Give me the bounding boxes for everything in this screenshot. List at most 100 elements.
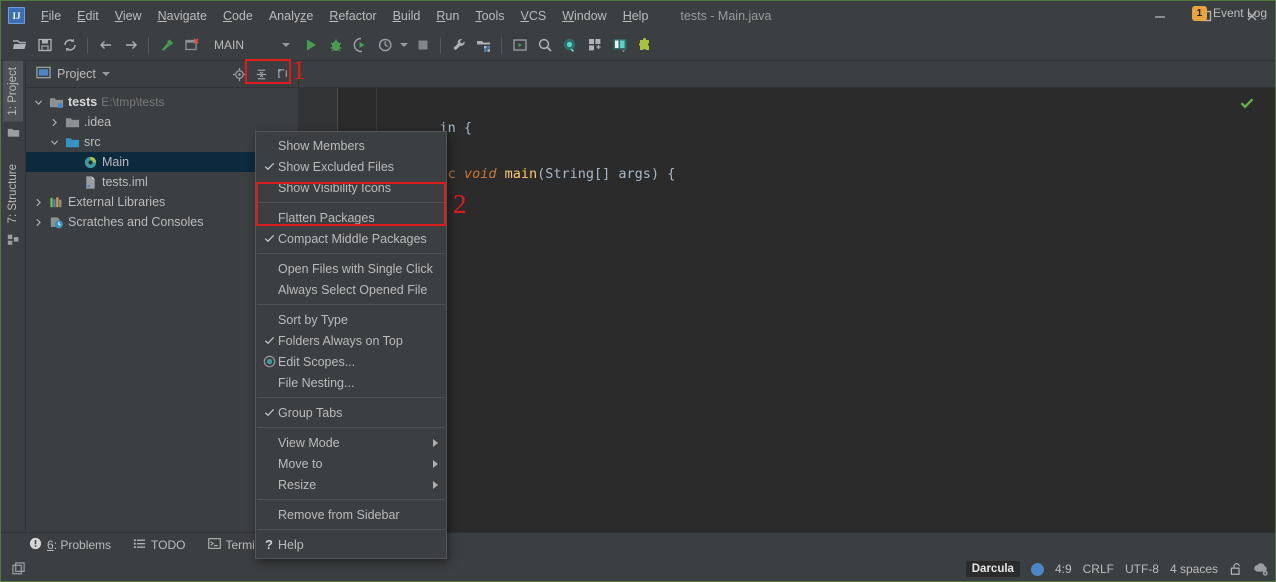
- show-tool-windows-icon[interactable]: [11, 562, 26, 577]
- code-token-brackets: []: [594, 166, 618, 182]
- chevron-right-icon[interactable]: [32, 196, 44, 208]
- menu-separator: [257, 397, 445, 398]
- menu-vcs[interactable]: VCS: [513, 5, 555, 27]
- chevron-down-icon[interactable]: [102, 72, 110, 76]
- menu-run[interactable]: Run: [428, 5, 467, 27]
- menu-file-label-rest: ile: [49, 9, 62, 23]
- indent-setting[interactable]: 4 spaces: [1170, 562, 1218, 576]
- project-panel-title-group[interactable]: Project: [36, 65, 228, 83]
- run-configuration-selector[interactable]: MAIN: [210, 36, 294, 54]
- stop-icon[interactable]: [410, 33, 435, 57]
- menu-item-file-nesting[interactable]: File Nesting...: [256, 372, 446, 393]
- menu-item-group-tabs-label: Group Tabs: [278, 406, 446, 420]
- collapse-all-icon[interactable]: [250, 63, 272, 85]
- menu-file[interactable]: File: [33, 5, 69, 27]
- inspection-status-icon[interactable]: [1236, 93, 1258, 113]
- menu-build[interactable]: Build: [385, 5, 429, 27]
- search-with-dot-icon[interactable]: [557, 33, 582, 57]
- settings-wrench-icon[interactable]: [446, 33, 471, 57]
- run-icon[interactable]: [298, 33, 323, 57]
- menu-refactor[interactable]: Refactor: [321, 5, 384, 27]
- menu-item-compact-middle-packages[interactable]: Compact Middle Packages: [256, 228, 446, 249]
- search-everywhere-icon[interactable]: [532, 33, 557, 57]
- java-class-icon: [82, 154, 98, 170]
- sidebar-item-structure[interactable]: 7: Structure: [3, 158, 23, 229]
- chevron-right-icon[interactable]: [32, 216, 44, 228]
- check-icon: [260, 407, 278, 418]
- stop-build-icon[interactable]: [179, 33, 204, 57]
- caret-position[interactable]: 4:9: [1055, 562, 1072, 576]
- profiler-icon[interactable]: [373, 33, 398, 57]
- minimize-icon[interactable]: [1137, 1, 1183, 30]
- menu-item-help-label: Help: [278, 538, 446, 552]
- menu-item-resize[interactable]: Resize: [256, 474, 446, 495]
- menu-analyze[interactable]: Analyze: [261, 5, 321, 27]
- layout-icon[interactable]: [582, 33, 607, 57]
- tree-node-idea[interactable]: .idea: [26, 112, 298, 132]
- menu-item-move-to[interactable]: Move to: [256, 453, 446, 474]
- menu-tools[interactable]: Tools: [467, 5, 512, 27]
- chevron-down-icon[interactable]: [48, 136, 60, 148]
- menu-view[interactable]: View: [107, 5, 150, 27]
- menu-item-sort-by-type[interactable]: Sort by Type: [256, 309, 446, 330]
- profiler-dropdown-caret-icon[interactable]: [398, 33, 410, 57]
- open-folder-icon[interactable]: [7, 33, 32, 57]
- menu-item-remove-from-sidebar[interactable]: Remove from Sidebar: [256, 504, 446, 525]
- menu-item-show-excluded-files[interactable]: Show Excluded Files: [256, 156, 446, 177]
- chevron-right-icon[interactable]: [48, 116, 60, 128]
- menu-help[interactable]: Help: [615, 5, 657, 27]
- unlocked-icon[interactable]: [1229, 562, 1243, 576]
- forward-arrow-icon[interactable]: [118, 33, 143, 57]
- line-separator[interactable]: CRLF: [1083, 562, 1114, 576]
- menu-item-open-files-with-single-click[interactable]: Open Files with Single Click: [256, 258, 446, 279]
- options-gear-icon[interactable]: [272, 63, 294, 85]
- sidebar-item-project-label: 1: Project: [7, 67, 19, 116]
- editor-scrollbar[interactable]: [1262, 88, 1275, 532]
- sidebar-item-project[interactable]: 1: Project: [3, 61, 23, 122]
- chevron-down-icon[interactable]: [32, 96, 44, 108]
- event-log-widget[interactable]: 1 Event Log: [1192, 1, 1267, 25]
- menu-item-group-tabs[interactable]: Group Tabs: [256, 402, 446, 423]
- menu-item-show-excluded-files-label: Show Excluded Files: [278, 160, 446, 174]
- editor-tabs-row[interactable]: [299, 61, 1275, 88]
- tree-node-tests-iml-label: tests.iml: [102, 175, 148, 189]
- back-arrow-icon[interactable]: [93, 33, 118, 57]
- run-anything-icon[interactable]: [507, 33, 532, 57]
- menu-navigate[interactable]: Navigate: [150, 5, 215, 27]
- plugins-icon[interactable]: [632, 33, 657, 57]
- debug-icon[interactable]: [323, 33, 348, 57]
- run-coverage-icon[interactable]: [348, 33, 373, 57]
- menu-window[interactable]: Window: [554, 5, 614, 27]
- tree-node-tests[interactable]: tests E:\tmp\tests: [26, 92, 298, 112]
- menu-edit[interactable]: Edit: [69, 5, 107, 27]
- run-configuration-label: MAIN: [214, 38, 278, 52]
- menu-item-always-select-opened-file[interactable]: Always Select Opened File: [256, 279, 446, 300]
- code-token-rparen-brace: ) {: [651, 166, 675, 182]
- theme-indicator[interactable]: Darcula: [966, 561, 1020, 577]
- menu-item-edit-scopes[interactable]: Edit Scopes...: [256, 351, 446, 372]
- menu-item-sort-by-type-label: Sort by Type: [278, 313, 446, 327]
- file-encoding[interactable]: UTF-8: [1125, 562, 1159, 576]
- theme-color-dot-icon[interactable]: [1031, 563, 1044, 576]
- bottom-item-problems[interactable]: 6: Problems: [29, 537, 111, 553]
- locate-target-icon[interactable]: [228, 63, 250, 85]
- menu-item-flatten-packages[interactable]: Flatten Packages: [256, 207, 446, 228]
- menu-item-show-visibility-icons[interactable]: Show Visibility Icons: [256, 177, 446, 198]
- menu-item-show-members[interactable]: Show Members: [256, 135, 446, 156]
- menu-item-help[interactable]: ? Help: [256, 534, 446, 555]
- inspections-gear-icon[interactable]: [1254, 562, 1269, 577]
- project-structure-icon[interactable]: [471, 33, 496, 57]
- database-icon[interactable]: [607, 33, 632, 57]
- code-token-void: void: [464, 166, 497, 182]
- code-area[interactable]: in { ic void main(String[] args) {: [338, 88, 1262, 532]
- menu-item-folders-always-on-top[interactable]: Folders Always on Top: [256, 330, 446, 351]
- sync-icon[interactable]: [57, 33, 82, 57]
- project-view-options-context-menu[interactable]: Show Members Show Excluded Files Show Vi…: [255, 131, 447, 559]
- bottom-item-todo[interactable]: TODO: [133, 537, 185, 553]
- menu-item-view-mode[interactable]: View Mode: [256, 432, 446, 453]
- code-token-main: main: [505, 166, 538, 182]
- menu-code[interactable]: Code: [215, 5, 261, 27]
- menu-item-resize-label: Resize: [278, 478, 433, 492]
- build-hammer-icon[interactable]: [154, 33, 179, 57]
- save-all-icon[interactable]: [32, 33, 57, 57]
